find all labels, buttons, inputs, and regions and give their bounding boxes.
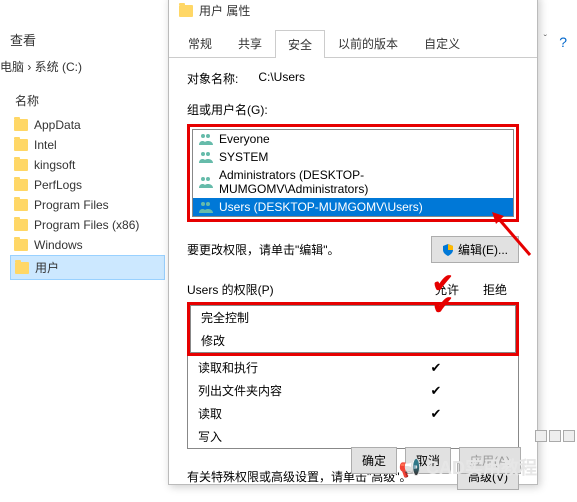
users-icon: [199, 151, 213, 163]
folder-label: Windows: [34, 238, 83, 252]
edit-hint: 要更改权限，请单击"编辑"。: [187, 241, 340, 258]
folder-item[interactable]: Windows: [10, 235, 165, 255]
edit-button[interactable]: 编辑(E)...: [431, 236, 519, 263]
users-icon: [199, 176, 213, 188]
object-name-label: 对象名称:: [187, 70, 238, 87]
group-item[interactable]: SYSTEM: [193, 148, 513, 166]
column-header-name[interactable]: 名称: [15, 92, 39, 109]
permission-name: 完全控制: [201, 309, 409, 326]
folder-icon: [14, 179, 28, 191]
object-name-value: C:\Users: [258, 70, 305, 87]
permission-name: 读取: [198, 405, 412, 422]
group-item-label: Administrators (DESKTOP-MUMGOMV\Administ…: [219, 168, 507, 196]
permissions-highlight-box: 完全控制修改: [187, 302, 519, 356]
breadcrumb[interactable]: 电脑 › 系统 (C:): [0, 58, 82, 75]
group-item-label: Users (DESKTOP-MUMGOMV\Users): [219, 200, 423, 214]
permissions-header: Users 的权限(P): [187, 281, 423, 298]
folder-icon: [179, 5, 193, 17]
deny-header: 拒绝: [471, 281, 519, 298]
group-item-label: SYSTEM: [219, 150, 268, 164]
folder-label: kingsoft: [34, 158, 75, 172]
folder-label: PerfLogs: [34, 178, 82, 192]
tab[interactable]: 常规: [175, 29, 225, 57]
edit-button-label: 编辑(E)...: [458, 241, 508, 258]
folder-item[interactable]: Program Files (x86): [10, 215, 165, 235]
chevron-down-icon[interactable]: ˇ: [544, 34, 547, 45]
folder-list: AppData Intel kingsoft PerfLogs Program File…: [10, 115, 165, 280]
allow-check-icon: ✔: [412, 383, 460, 399]
folder-item[interactable]: kingsoft: [10, 155, 165, 175]
folder-item[interactable]: PerfLogs: [10, 175, 165, 195]
folder-icon: [14, 139, 28, 151]
folder-icon: [15, 262, 29, 274]
dialog-title: 用户 属性: [169, 0, 537, 25]
explorer-view-icons[interactable]: [535, 430, 575, 442]
folder-label: 用户: [35, 259, 59, 276]
shield-icon: [442, 244, 454, 256]
permissions-list-rest: 读取和执行✔列出文件夹内容✔读取✔写入: [187, 356, 519, 449]
groups-highlight-box: Everyone SYSTEM Administrators (DESKTOP-MU…: [187, 124, 519, 222]
permission-name: 写入: [198, 428, 412, 445]
explorer-toolbar-label: 查看: [10, 30, 36, 49]
annotation-check-icon: ✔: [432, 290, 454, 321]
tab[interactable]: 共享: [225, 29, 275, 57]
tab-strip: 常规共享安全以前的版本自定义: [169, 29, 537, 58]
allow-check-icon: ✔: [412, 406, 460, 422]
folder-item[interactable]: Program Files: [10, 195, 165, 215]
tab[interactable]: 安全: [275, 30, 325, 58]
permission-row: 修改: [191, 329, 515, 352]
tab[interactable]: 以前的版本: [325, 29, 411, 57]
folder-item[interactable]: 用户: [10, 255, 165, 280]
permission-row: 读取✔: [188, 402, 518, 425]
dialog-title-text: 用户 属性: [199, 2, 250, 19]
permission-row: 完全控制: [191, 306, 515, 329]
properties-dialog: 用户 属性 常规共享安全以前的版本自定义 对象名称: C:\Users 组或用户…: [168, 0, 538, 485]
folder-label: Intel: [34, 138, 57, 152]
permission-row: 列出文件夹内容✔: [188, 379, 518, 402]
tab[interactable]: 自定义: [411, 29, 473, 57]
users-icon: [199, 133, 213, 145]
permission-name: 列出文件夹内容: [198, 382, 412, 399]
folder-icon: [14, 239, 28, 251]
groups-listbox[interactable]: Everyone SYSTEM Administrators (DESKTOP-MU…: [192, 129, 514, 217]
folder-icon: [14, 159, 28, 171]
permission-name: 读取和执行: [198, 359, 412, 376]
group-item-label: Everyone: [219, 132, 270, 146]
groups-label: 组或用户名(G):: [187, 101, 519, 118]
folder-icon: [14, 119, 28, 131]
users-icon: [199, 201, 213, 213]
folder-item[interactable]: Intel: [10, 135, 165, 155]
ok-button[interactable]: 确定: [351, 447, 397, 474]
group-item[interactable]: Everyone: [193, 130, 513, 148]
group-item[interactable]: Users (DESKTOP-MUMGOMV\Users): [193, 198, 513, 216]
allow-check-icon: ✔: [412, 360, 460, 376]
permission-name: 修改: [201, 332, 409, 349]
group-item[interactable]: Administrators (DESKTOP-MUMGOMV\Administ…: [193, 166, 513, 198]
permission-row: 读取和执行✔: [188, 356, 518, 379]
folder-label: Program Files (x86): [34, 218, 139, 232]
help-icon[interactable]: ?: [559, 34, 567, 50]
folder-icon: [14, 199, 28, 211]
permission-row: 写入: [188, 425, 518, 448]
folder-item[interactable]: AppData: [10, 115, 165, 135]
folder-label: Program Files: [34, 198, 109, 212]
folder-icon: [14, 219, 28, 231]
watermark-text: 📢 CAD实用教程: [399, 454, 537, 480]
folder-label: AppData: [34, 118, 81, 132]
